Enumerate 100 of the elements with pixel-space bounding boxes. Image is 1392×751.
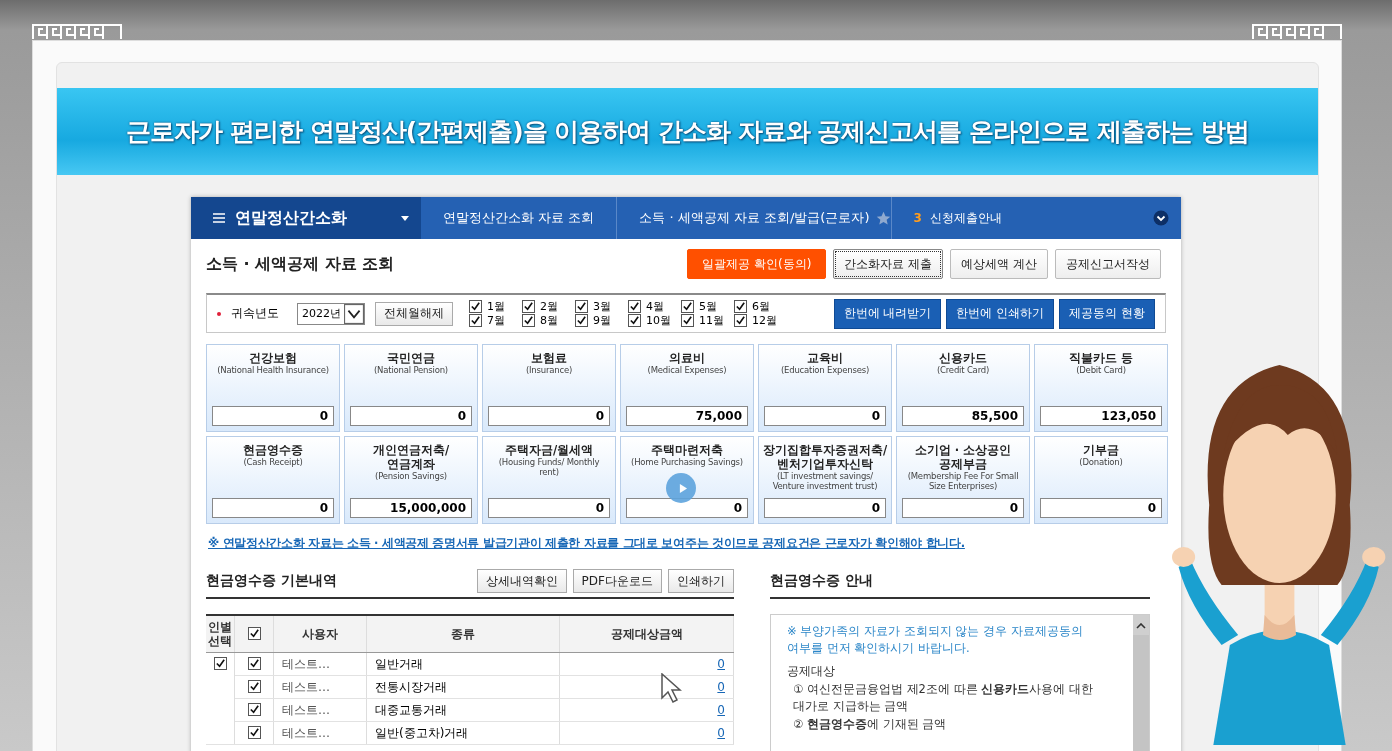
section-title: 현금영수증 기본내역: [206, 572, 337, 590]
guide-bullet: 공제대상: [787, 663, 836, 680]
caret-icon: [401, 215, 409, 221]
amount-field[interactable]: 0: [488, 498, 610, 518]
action-button[interactable]: 제공동의 현황: [1059, 298, 1155, 329]
amount-field[interactable]: 0: [488, 406, 610, 426]
deduction-card[interactable]: 보험료 (Insurance) 0: [482, 344, 616, 432]
amount-field[interactable]: 0: [212, 498, 334, 518]
star-icon[interactable]: [876, 210, 892, 226]
month-checkbox[interactable]: [522, 314, 535, 327]
month-checkbox[interactable]: [575, 300, 588, 313]
card-subtitle: (Debit Card): [1076, 365, 1126, 375]
action-button[interactable]: 한번에 인쇄하기: [946, 298, 1055, 329]
row-checkbox[interactable]: [247, 679, 261, 693]
clear-months-button[interactable]: 전체월해제: [375, 301, 453, 326]
amount-link[interactable]: 0: [717, 680, 725, 694]
amount-field[interactable]: 0: [350, 406, 472, 426]
deduction-card[interactable]: 개인연금저축/ 연금계좌 (Pension Savings) 15,000,000: [344, 436, 478, 524]
deduction-card[interactable]: 국민연금 (National Pension) 0: [344, 344, 478, 432]
breadcrumb-link[interactable]: 연말정산간소화 자료 조회: [421, 197, 618, 239]
menu-dropdown[interactable]: 연말정산간소화: [191, 197, 421, 239]
step-link[interactable]: 3 신청제출안내: [905, 209, 1153, 227]
month-label: 5월: [699, 299, 717, 314]
table-cell: 일반거래: [366, 652, 560, 676]
card-title: 보험료: [531, 351, 567, 365]
amount-field[interactable]: 85,500: [902, 406, 1024, 426]
amount-field[interactable]: 0: [764, 406, 886, 426]
month-checkbox[interactable]: [681, 314, 694, 327]
month-checkbox[interactable]: [734, 314, 747, 327]
deduction-card[interactable]: 건강보험 (National Health Insurance) 0: [206, 344, 340, 432]
card-subtitle: (Pension Savings): [375, 471, 447, 481]
filter-label: 귀속년도: [231, 305, 279, 322]
card-title: 직불카드 등: [1069, 351, 1133, 365]
amount-field[interactable]: 0: [902, 498, 1024, 518]
amount-field[interactable]: 0: [1040, 498, 1162, 518]
amount-field[interactable]: 75,000: [626, 406, 748, 426]
deduction-card[interactable]: 현금영수증 (Cash Receipt) 0: [206, 436, 340, 524]
required-dot: [217, 311, 221, 316]
deduction-card[interactable]: 주택자금/월세액 (Housing Funds/ Monthly rent) 0: [482, 436, 616, 524]
month-label: 2월: [540, 299, 558, 314]
person-checkbox[interactable]: [213, 657, 227, 670]
deduction-card[interactable]: 의료비 (Medical Expenses) 75,000: [620, 344, 754, 432]
chevron-down-icon[interactable]: [1153, 210, 1169, 226]
amount-field[interactable]: 0: [212, 406, 334, 426]
card-title: 신용카드: [939, 351, 987, 365]
amount-link[interactable]: 0: [717, 703, 725, 717]
deduction-card[interactable]: 소기업 · 소상공인 공제부금 (Membership Fee For Small Size Enterprises) 0: [896, 436, 1030, 524]
month-checkbox[interactable]: [469, 300, 482, 313]
action-button[interactable]: 한번에 내려받기: [833, 298, 942, 329]
card-subtitle: (National Pension): [374, 365, 448, 375]
amount-field[interactable]: 0: [764, 498, 886, 518]
table-cell: 테스트…: [273, 675, 367, 699]
row-checkbox[interactable]: [247, 702, 261, 716]
month-label: 3월: [593, 299, 611, 314]
month-checkbox[interactable]: [575, 314, 588, 327]
card-subtitle: (Medical Expenses): [647, 365, 727, 375]
table-cell: 일반(중고차)거래: [366, 721, 560, 745]
month-checkbox[interactable]: [681, 300, 694, 313]
guide-text: ① 여신전문금융업법 제2조에 따른 신용카드사용에 대한 대가로 지급하는 금액: [792, 681, 1094, 715]
deduction-card[interactable]: 기부금 (Donation) 0: [1034, 436, 1168, 524]
cursor-icon: [661, 673, 685, 703]
section-button[interactable]: 인쇄하기: [668, 569, 734, 593]
section-button[interactable]: PDF다운로드: [572, 569, 662, 593]
action-button[interactable]: 예상세액 계산: [950, 249, 1048, 279]
deduction-card[interactable]: 직불카드 등 (Debit Card) 123,050: [1034, 344, 1168, 432]
select-all-checkbox[interactable]: [247, 626, 261, 640]
card-title: 의료비: [669, 351, 705, 365]
card-title: 장기집합투자증권저축/ 벤처기업투자신탁: [762, 443, 888, 471]
amount-link[interactable]: 0: [717, 657, 725, 671]
deduction-card[interactable]: 교육비 (Education Expenses) 0: [758, 344, 892, 432]
year-select[interactable]: 2022년: [297, 302, 365, 325]
amount-field[interactable]: 123,050: [1040, 406, 1162, 426]
action-button[interactable]: 공제신고서작성: [1055, 249, 1161, 279]
card-title: 국민연금: [387, 351, 435, 365]
guide-text: ② 현금영수증에 기재된 금액: [792, 716, 948, 733]
page-title: 소득 · 세액공제 자료 조회: [206, 253, 395, 275]
column-header: 공제대상금액: [559, 615, 734, 653]
card-title: 건강보험: [249, 351, 297, 365]
month-checkbox[interactable]: [628, 300, 641, 313]
month-label: 12월: [752, 313, 777, 328]
amount-link[interactable]: 0: [717, 726, 725, 740]
row-checkbox[interactable]: [247, 725, 261, 739]
action-button[interactable]: 간소화자료 제출: [833, 249, 944, 279]
card-title: 교육비: [807, 351, 843, 365]
month-checkbox[interactable]: [522, 300, 535, 313]
scroll-up-icon[interactable]: [1136, 623, 1146, 629]
scrollbar[interactable]: [1133, 615, 1149, 751]
month-checkbox[interactable]: [469, 314, 482, 327]
row-checkbox[interactable]: [247, 656, 261, 670]
month-label: 8월: [540, 313, 558, 328]
card-subtitle: (National Health Insurance): [217, 365, 329, 375]
month-checkbox[interactable]: [734, 300, 747, 313]
deduction-card[interactable]: 신용카드 (Credit Card) 85,500: [896, 344, 1030, 432]
month-checkbox[interactable]: [628, 314, 641, 327]
amount-field[interactable]: 0: [626, 498, 748, 518]
section-button[interactable]: 상세내역확인: [476, 569, 567, 593]
deduction-card[interactable]: 주택마련저축 (Home Purchasing Savings) 0: [620, 436, 754, 524]
amount-field[interactable]: 15,000,000: [350, 498, 472, 518]
deduction-card[interactable]: 장기집합투자증권저축/ 벤처기업투자신탁 (LT investment savings/ Venture investment trust) 0: [758, 436, 892, 524]
table-cell: 대중교통거래: [366, 698, 560, 722]
